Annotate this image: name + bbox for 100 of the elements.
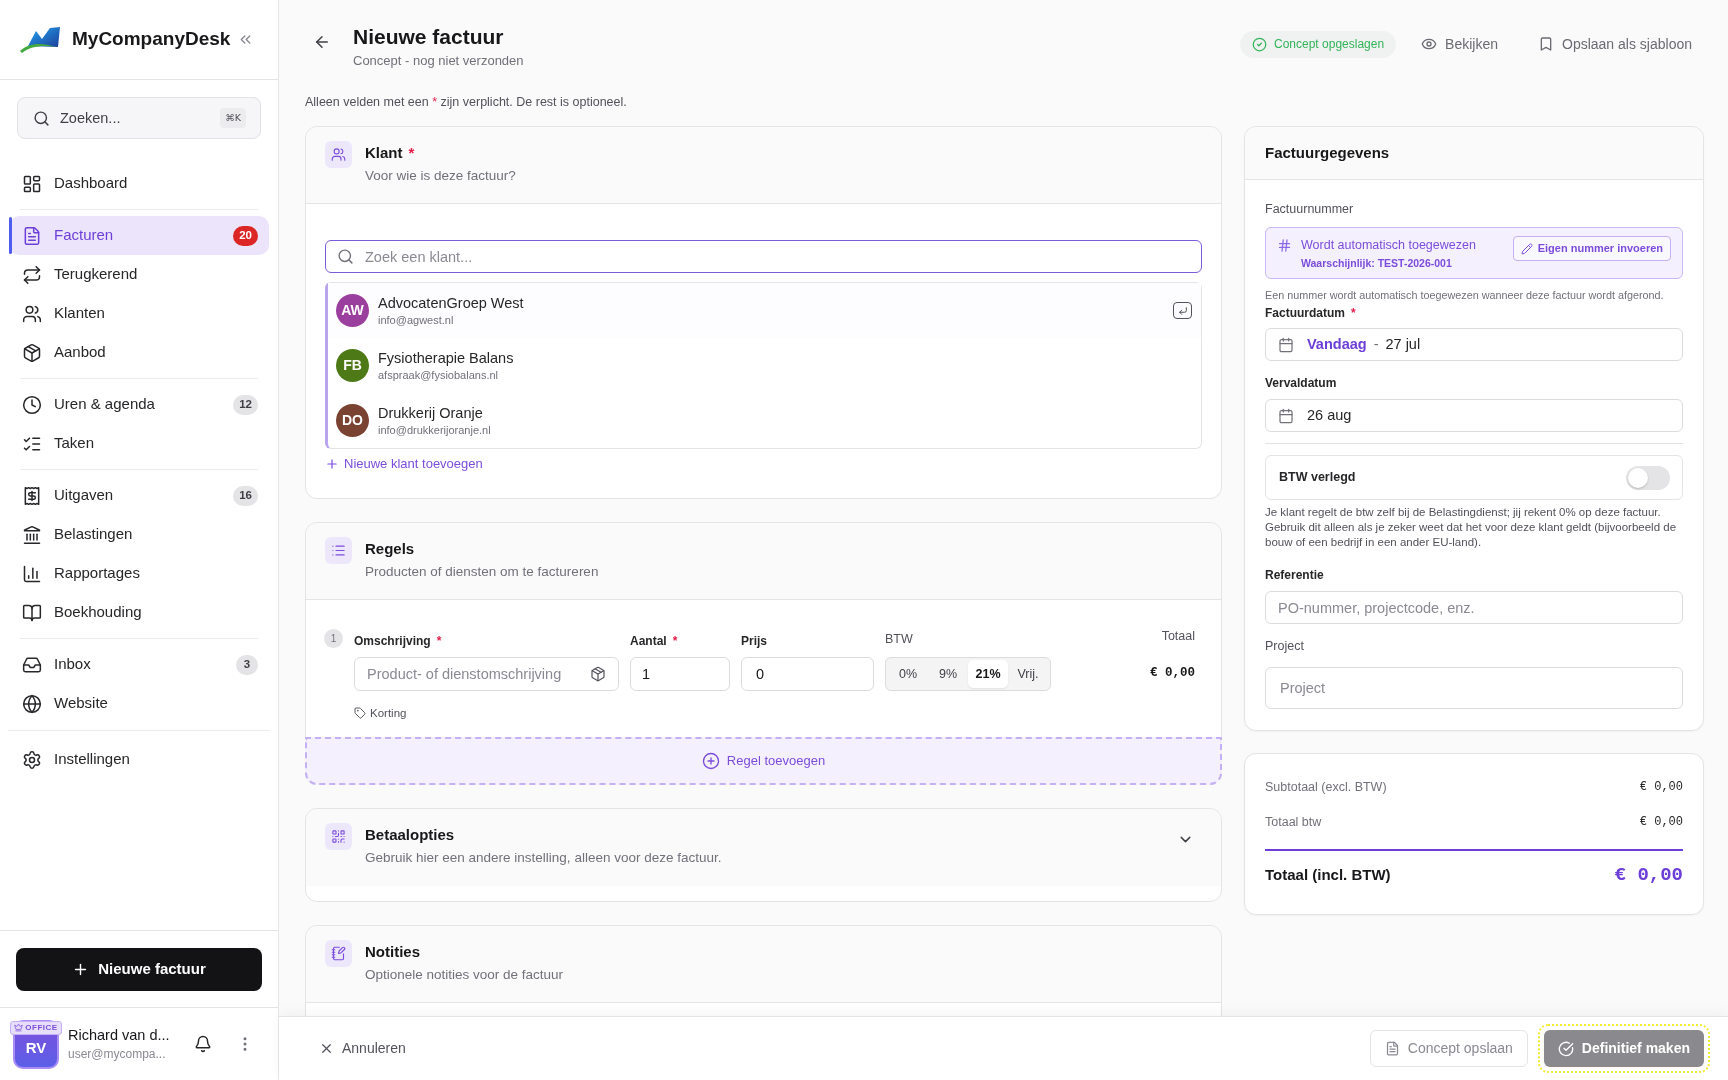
quantity-field[interactable]: 1 — [630, 657, 730, 691]
date-field[interactable]: 26 aug — [1265, 399, 1683, 432]
toggle-switch[interactable] — [1626, 465, 1670, 490]
dashboard-icon — [22, 173, 42, 194]
section-subtitle: Voor wie is deze factuur? — [365, 167, 516, 185]
header-action-button[interactable]: Bekijken — [1409, 28, 1510, 60]
shortcut-key: ⌘K — [220, 108, 246, 128]
nav-item[interactable]: Rapportages — [9, 554, 269, 593]
discount-link[interactable]: Korting — [354, 706, 407, 720]
brand-name: MyCompanyDesk — [72, 27, 231, 52]
vat-rate-option[interactable]: Vrij. — [1008, 660, 1048, 688]
globe-icon — [22, 693, 42, 714]
field-label: Factuurdatum * — [1265, 305, 1357, 321]
users-icon — [22, 303, 42, 324]
nav-item[interactable]: Belastingen — [9, 515, 269, 554]
nav-item[interactable]: Dashboard — [9, 164, 269, 203]
search-icon — [337, 248, 354, 265]
vat-rate-option[interactable]: 0% — [888, 660, 928, 688]
vat-rate-option[interactable]: 9% — [928, 660, 968, 688]
client-avatar: FB — [336, 349, 369, 382]
page-subtitle: Concept - nog niet verzonden — [353, 52, 524, 70]
calendar-icon — [1278, 336, 1294, 353]
close-icon — [319, 1041, 334, 1056]
search-field[interactable]: Zoeken... ⌘K — [17, 97, 261, 139]
repeat-arrows-icon — [22, 264, 42, 285]
header-action-button[interactable]: Opslaan als sjabloon — [1526, 28, 1704, 60]
hint-text: Een nummer wordt automatisch toegewezen wanneer deze factuur wordt afgerond. — [1265, 288, 1665, 302]
grand-total-label: Totaal (incl. BTW) — [1265, 864, 1391, 885]
nav-item[interactable]: Boekhouding — [9, 593, 269, 632]
client-option[interactable]: DO Drukkerij Oranje info@drukkerijoranje.nl — [328, 393, 1201, 448]
nav-item[interactable]: Taken — [9, 424, 269, 463]
section-subtitle: Optionele notities voor de factuur — [365, 966, 564, 984]
user-name: Richard van d... — [68, 1026, 170, 1044]
custom-number-button[interactable]: Eigen nummer invoeren — [1512, 236, 1671, 261]
line-total: € 0,00 — [1150, 665, 1195, 681]
description-field[interactable]: Product- of dienstomschrijving — [354, 657, 619, 691]
nav-item[interactable]: Uren & agenda 12 — [9, 385, 269, 424]
price-field[interactable]: 0 — [741, 657, 874, 691]
section-title: Betaalopties — [365, 825, 456, 845]
save-status-text: Concept opgeslagen — [1274, 36, 1385, 53]
section-title: Regels — [365, 539, 416, 559]
client-name: AdvocatenGroep West — [378, 294, 524, 312]
client-name: Fysiotherapie Balans — [378, 349, 514, 367]
project-field[interactable]: Project — [1265, 667, 1683, 709]
toggle-label: BTW verlegd — [1279, 469, 1356, 487]
add-line-button[interactable]: Regel toevoegen — [305, 737, 1222, 785]
qr-code-icon — [325, 823, 352, 850]
likely-number-text: Waarschijnlijk: TEST-2026-001 — [1301, 256, 1453, 270]
enter-key-icon — [1173, 302, 1192, 319]
vat-rate-option[interactable]: 21% — [968, 660, 1008, 688]
line-number: 1 — [324, 629, 343, 648]
nav-item[interactable]: Aanbod — [9, 333, 269, 372]
bank-building-icon — [22, 524, 42, 545]
nav-item[interactable]: Terugkerend — [9, 255, 269, 294]
section-subtitle: Producten of diensten om te factureren — [365, 563, 599, 581]
nav-item[interactable]: Inbox 3 — [9, 645, 269, 684]
nav-item[interactable]: Uitgaven 16 — [9, 476, 269, 515]
nav-item[interactable]: Facturen 20 — [9, 216, 269, 255]
client-name: Drukkerij Oranje — [378, 404, 484, 422]
total-label: Totaal btw — [1265, 813, 1322, 831]
date-field[interactable]: Vandaag - 27 jul — [1265, 328, 1683, 361]
client-email: info@drukkerijoranje.nl — [378, 423, 491, 437]
reference-field[interactable]: PO-nummer, projectcode, enz. — [1265, 591, 1683, 624]
settings-icon — [22, 749, 42, 770]
help-text: Je klant regelt de btw zelf bij de Belastingdienst; jij rekent 0% op deze factuur. Gebruik dit alleen als je zeker weet dat het voor deze klant geldt (bijvoorbeeld de bouw of een bedrijf in een ander EU-land). — [1265, 505, 1678, 550]
plus-icon — [325, 457, 339, 471]
package-icon — [22, 342, 42, 363]
plus-circle-icon — [701, 752, 720, 770]
client-search-input[interactable]: Zoek een klant... — [365, 243, 1190, 270]
count-badge: 12 — [233, 394, 258, 415]
calendar-icon — [1278, 407, 1294, 424]
field-label: Omschrijving * — [354, 633, 443, 649]
nav-item[interactable]: Website — [9, 684, 269, 723]
user-email: user@mycompa... — [68, 1046, 167, 1062]
auto-number-text: Wordt automatisch toegewezen — [1301, 237, 1476, 253]
notification-bell-icon[interactable] — [194, 1035, 212, 1053]
users-icon — [325, 141, 352, 168]
search-input[interactable]: Zoeken... — [60, 103, 213, 133]
client-search-field[interactable]: Zoek een klant... — [325, 240, 1202, 273]
client-email: afspraak@fysiobalans.nl — [378, 368, 499, 382]
field-label: Factuurnummer — [1265, 201, 1355, 217]
add-client-link[interactable]: Nieuwe klant toevoegen — [325, 455, 483, 473]
description-input[interactable]: Product- of dienstomschrijving — [367, 660, 584, 688]
total-value: € 0,00 — [1639, 814, 1683, 831]
package-icon[interactable] — [590, 666, 606, 682]
count-badge: 16 — [233, 485, 258, 506]
field-label: Referentie — [1265, 567, 1325, 583]
section-title: Klant * — [365, 143, 416, 163]
list-icon — [325, 537, 352, 564]
nav-item[interactable]: Instellingen — [9, 740, 269, 779]
check-circle-icon — [1252, 36, 1267, 52]
panel-title: Factuurgegevens — [1265, 142, 1390, 163]
client-option[interactable]: FB Fysiotherapie Balans afspraak@fysiobalans.nl — [328, 338, 1201, 393]
section-subtitle: Gebruik hier een andere instelling, alleen voor deze factuur. — [365, 849, 722, 867]
cancel-button[interactable]: Annuleren — [319, 1038, 406, 1059]
count-badge: 3 — [236, 654, 258, 675]
new-invoice-button[interactable]: Nieuwe factuur — [16, 948, 262, 991]
tag-icon — [354, 707, 366, 719]
client-avatar: AW — [336, 294, 369, 327]
nav-item[interactable]: Klanten — [9, 294, 269, 333]
